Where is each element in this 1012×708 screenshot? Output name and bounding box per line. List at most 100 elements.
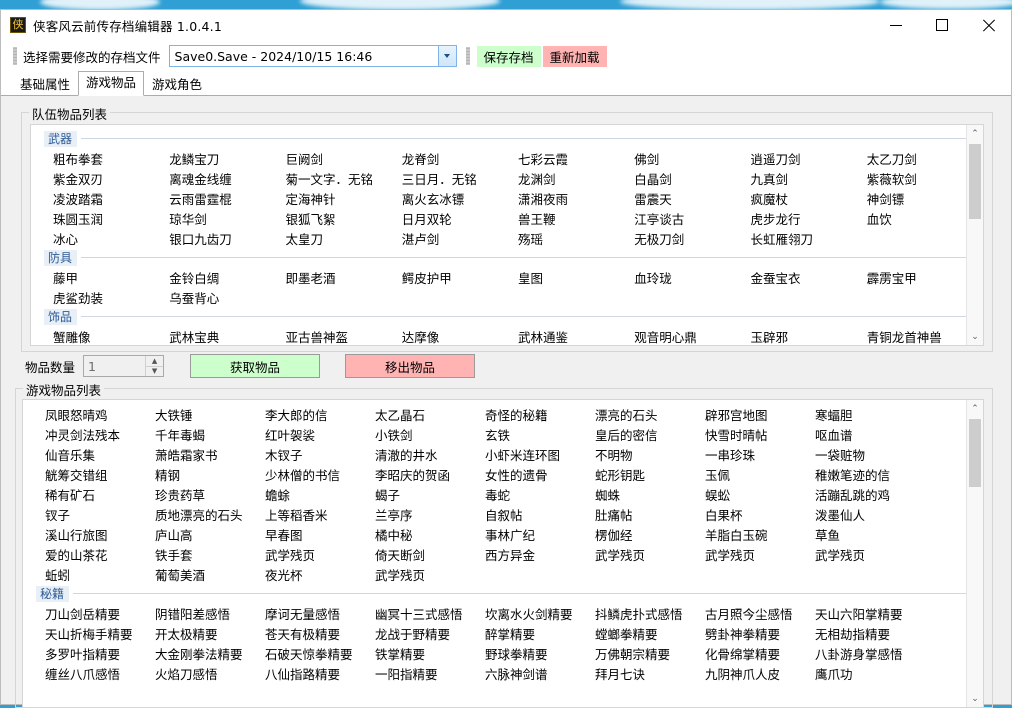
- list-item[interactable]: 毒蛇: [485, 485, 595, 504]
- save-file-combobox[interactable]: Save0.Save - 2024/10/15 16:46: [168, 45, 457, 67]
- list-item[interactable]: 多罗叶指精要: [45, 644, 155, 663]
- list-item[interactable]: 李昭庆的贺函: [375, 465, 485, 484]
- list-item[interactable]: 乌蚕背心: [169, 288, 285, 307]
- list-item[interactable]: 离魂金线缠: [169, 169, 285, 188]
- scrollbar-thumb[interactable]: [969, 144, 981, 219]
- minimize-button[interactable]: [873, 10, 919, 40]
- list-item[interactable]: 红叶袈裟: [265, 425, 375, 444]
- list-item[interactable]: 稀有矿石: [45, 485, 155, 504]
- list-item[interactable]: 稚嫩笔迹的信: [815, 465, 925, 484]
- list-item[interactable]: 龙脊剑: [402, 149, 518, 168]
- list-item[interactable]: 肚痛帖: [595, 505, 705, 524]
- list-item[interactable]: 化骨绵掌精要: [705, 644, 815, 663]
- list-item[interactable]: 即墨老酒: [286, 268, 402, 287]
- spin-up-icon[interactable]: ▲: [146, 356, 164, 367]
- list-item[interactable]: 太皇刀: [286, 229, 402, 248]
- list-item[interactable]: 武学残页: [815, 545, 925, 564]
- list-item[interactable]: 蝎子: [375, 485, 485, 504]
- list-item[interactable]: 蜘蛛: [595, 485, 705, 504]
- list-item[interactable]: 逍遥刀剑: [751, 149, 867, 168]
- list-item[interactable]: 木钗子: [265, 445, 375, 464]
- list-item[interactable]: 粗布拳套: [53, 149, 169, 168]
- list-item[interactable]: 武林宝典: [169, 327, 285, 346]
- list-item[interactable]: 蟾蜍: [265, 485, 375, 504]
- list-item[interactable]: 呕血谱: [815, 425, 925, 444]
- list-item[interactable]: 玉辟邪: [751, 327, 867, 346]
- list-item[interactable]: 金蚕宝衣: [751, 268, 867, 287]
- list-item[interactable]: 蜈蚣: [705, 485, 815, 504]
- list-item[interactable]: 疯魔杖: [751, 189, 867, 208]
- list-item[interactable]: 活蹦乱跳的鸡: [815, 485, 925, 504]
- toolbar-grip[interactable]: [13, 47, 17, 65]
- list-item[interactable]: 事林广纪: [485, 525, 595, 544]
- list-item[interactable]: 阴错阳差感悟: [155, 604, 265, 623]
- list-item[interactable]: 精钢: [155, 465, 265, 484]
- list-item[interactable]: 无相劫指精要: [815, 624, 925, 643]
- list-item[interactable]: 武学残页: [375, 565, 485, 584]
- list-item[interactable]: 钗子: [45, 505, 155, 524]
- list-item[interactable]: 天山六阳掌精要: [815, 604, 925, 623]
- scrollbar-thumb[interactable]: [969, 419, 981, 487]
- list-item[interactable]: 珍贵药草: [155, 485, 265, 504]
- list-item[interactable]: 银口九齿刀: [169, 229, 285, 248]
- tab-game-characters[interactable]: 游戏角色: [144, 72, 210, 96]
- list-item[interactable]: 冲灵剑法残本: [45, 425, 155, 444]
- list-item[interactable]: 一阳指精要: [375, 664, 485, 683]
- list-item[interactable]: 武学残页: [265, 545, 375, 564]
- list-item[interactable]: 离火玄冰镖: [402, 189, 518, 208]
- list-item[interactable]: 女性的遗骨: [485, 465, 595, 484]
- list-item[interactable]: 七彩云霞: [518, 149, 634, 168]
- list-item[interactable]: 刀山剑岳精要: [45, 604, 155, 623]
- list-item[interactable]: 橘中秘: [375, 525, 485, 544]
- list-item[interactable]: 兰亭序: [375, 505, 485, 524]
- list-item[interactable]: 奇怪的秘籍: [485, 405, 595, 424]
- list-item[interactable]: 佛剑: [634, 149, 750, 168]
- list-item[interactable]: 李大郎的信: [265, 405, 375, 424]
- list-item[interactable]: 龙战于野精要: [375, 624, 485, 643]
- list-item[interactable]: 草鱼: [815, 525, 925, 544]
- list-item[interactable]: 小虾米连环图: [485, 445, 595, 464]
- tab-game-items[interactable]: 游戏物品: [78, 71, 145, 96]
- list-item[interactable]: 摩诃无量感悟: [265, 604, 375, 623]
- list-item[interactable]: 无极刀剑: [634, 229, 750, 248]
- list-item[interactable]: 仙音乐集: [45, 445, 155, 464]
- list-item[interactable]: 凤眼怒晴鸡: [45, 405, 155, 424]
- list-item[interactable]: 辟邪宫地图: [705, 405, 815, 424]
- list-item[interactable]: 达摩像: [402, 327, 518, 346]
- list-item[interactable]: 湛卢剑: [402, 229, 518, 248]
- list-item[interactable]: 太乙晶石: [375, 405, 485, 424]
- list-item[interactable]: 殇瑶: [518, 229, 634, 248]
- list-item[interactable]: 醉掌精要: [485, 624, 595, 643]
- list-item[interactable]: 九阴神爪人皮: [705, 664, 815, 683]
- list-item[interactable]: 八卦游身掌感悟: [815, 644, 925, 663]
- list-item[interactable]: 蟹雕像: [53, 327, 169, 346]
- list-item[interactable]: 白果杯: [705, 505, 815, 524]
- list-item[interactable]: 日月双轮: [402, 209, 518, 228]
- list-item[interactable]: 石破天惊拳精要: [265, 644, 375, 663]
- list-item[interactable]: 羊脂白玉碗: [705, 525, 815, 544]
- list-item[interactable]: 庐山高: [155, 525, 265, 544]
- list-item[interactable]: 亚古兽神盔: [286, 327, 402, 346]
- get-item-button[interactable]: 获取物品: [190, 354, 321, 378]
- close-button[interactable]: [965, 10, 1011, 40]
- list-item[interactable]: 天山折梅手精要: [45, 624, 155, 643]
- spin-down-icon[interactable]: ▼: [146, 366, 164, 376]
- list-item[interactable]: 质地漂亮的石头: [155, 505, 265, 524]
- list-item[interactable]: 少林僧的书信: [265, 465, 375, 484]
- scroll-down-icon[interactable]: ⌄: [967, 328, 983, 345]
- list-item[interactable]: 一串珍珠: [705, 445, 815, 464]
- game-items-listbox[interactable]: 凤眼怒晴鸡 大铁锤 李大郎的信 太乙晶石 奇怪的秘籍 漂亮的石头 辟邪宫地图 寒蝠胆 冲灵剑法残…: [22, 399, 984, 708]
- chevron-down-icon[interactable]: [437, 46, 456, 66]
- list-item[interactable]: 幽冥十三式感悟: [375, 604, 485, 623]
- list-item[interactable]: 缠丝八爪感悟: [45, 664, 155, 683]
- list-item[interactable]: 云雨雷霆棍: [169, 189, 285, 208]
- quantity-value[interactable]: 1: [84, 356, 145, 376]
- list-item[interactable]: 长虹雁翎刀: [751, 229, 867, 248]
- list-item[interactable]: 溪山行旅图: [45, 525, 155, 544]
- list-item[interactable]: 古月照今尘感悟: [705, 604, 815, 623]
- list-item[interactable]: 定海神针: [286, 189, 402, 208]
- list-item[interactable]: 坎离水火剑精要: [485, 604, 595, 623]
- list-item[interactable]: 白晶剑: [634, 169, 750, 188]
- list-item[interactable]: 潇湘夜雨: [518, 189, 634, 208]
- list-item[interactable]: 武学残页: [595, 545, 705, 564]
